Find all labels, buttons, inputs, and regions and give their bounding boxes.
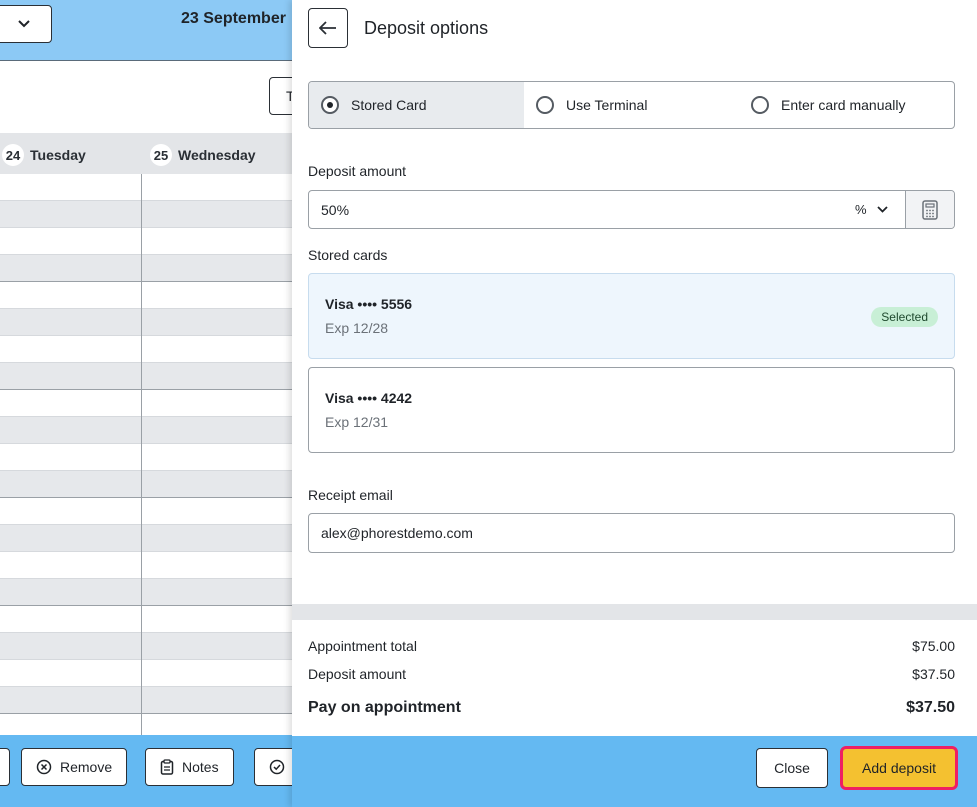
summary-deposit-amount: Deposit amount $37.50	[308, 666, 955, 682]
summary-value: $37.50	[912, 666, 955, 682]
stored-card-4242[interactable]: Visa •••• 4242 Exp 12/31	[308, 367, 955, 453]
calendar-header: 23 September	[0, 0, 292, 61]
method-stored-card[interactable]: Stored Card	[309, 82, 524, 128]
calendar-toolbar-button[interactable]: T	[269, 77, 292, 115]
day-header-tuesday[interactable]: 24 Tuesday	[2, 144, 86, 166]
remove-button[interactable]: Remove	[21, 748, 128, 786]
time-slot[interactable]	[0, 363, 292, 390]
back-button[interactable]	[308, 8, 348, 48]
partial-action-button[interactable]	[0, 748, 10, 786]
day-name: Wednesday	[178, 147, 256, 163]
calendar-background: 23 September T 24 Tuesday 25 Wednesday	[0, 0, 292, 807]
panel-footer: Close Add deposit	[292, 736, 977, 807]
time-slot[interactable]	[0, 309, 292, 336]
time-slot[interactable]	[0, 660, 292, 687]
time-slot[interactable]	[0, 336, 292, 363]
section-divider	[292, 604, 977, 620]
receipt-email-field[interactable]: alex@phorestdemo.com	[308, 513, 955, 553]
chevron-down-icon	[876, 206, 888, 213]
summary-appointment-total: Appointment total $75.00	[308, 638, 955, 654]
time-slot[interactable]	[0, 606, 292, 633]
calendar-day-header: 24 Tuesday 25 Wednesday	[0, 133, 292, 174]
day-number: 24	[2, 144, 24, 166]
time-slot[interactable]	[0, 282, 292, 309]
add-deposit-button[interactable]: Add deposit	[840, 746, 958, 790]
deposit-options-panel: Deposit options Stored Card Use Terminal…	[292, 0, 977, 807]
time-slot[interactable]	[0, 174, 292, 201]
summary-value: $75.00	[912, 638, 955, 654]
time-slot[interactable]	[0, 498, 292, 525]
day-number: 25	[150, 144, 172, 166]
time-slot[interactable]	[0, 552, 292, 579]
radio-unselected[interactable]	[751, 96, 769, 114]
arrow-left-icon	[319, 21, 336, 35]
time-slot[interactable]	[0, 228, 292, 255]
method-enter-manually[interactable]: Enter card manually	[739, 82, 954, 128]
radio-selected[interactable]	[321, 96, 339, 114]
calendar-action-bar: Remove Notes	[0, 735, 292, 807]
deposit-unit-select[interactable]: %	[855, 202, 905, 217]
receipt-email-label: Receipt email	[308, 487, 393, 503]
selected-badge: Selected	[871, 307, 938, 327]
remove-button-label: Remove	[60, 759, 113, 775]
card-name: Visa •••• 5556	[325, 296, 413, 312]
day-name: Tuesday	[30, 147, 86, 163]
time-slot[interactable]	[0, 687, 292, 714]
calculator-button[interactable]	[905, 191, 954, 228]
time-slot[interactable]	[0, 471, 292, 498]
chevron-down-icon	[18, 20, 30, 28]
notes-button-label: Notes	[182, 759, 219, 775]
card-name: Visa •••• 4242	[325, 390, 413, 406]
summary-value: $37.50	[906, 699, 955, 716]
summary-label: Deposit amount	[308, 666, 407, 682]
close-button[interactable]: Close	[756, 748, 828, 788]
time-slot[interactable]	[0, 417, 292, 444]
summary-label: Pay on appointment	[308, 699, 461, 716]
calculator-icon	[922, 199, 938, 220]
time-slot[interactable]	[0, 255, 292, 282]
calendar-date: 23 September	[181, 10, 286, 27]
time-slot[interactable]	[0, 525, 292, 552]
stored-card-5556[interactable]: Visa •••• 5556 Exp 12/28 Selected	[308, 273, 955, 359]
card-expiry: Exp 12/28	[325, 320, 389, 336]
radio-unselected[interactable]	[536, 96, 554, 114]
card-expiry: Exp 12/31	[325, 414, 389, 430]
notes-button[interactable]: Notes	[145, 748, 234, 786]
payment-method-group: Stored Card Use Terminal Enter card manu…	[308, 81, 955, 129]
complete-button[interactable]	[254, 748, 292, 786]
remove-circle-icon	[36, 759, 52, 775]
panel-title: Deposit options	[364, 18, 489, 38]
time-slot[interactable]	[0, 201, 292, 228]
method-use-terminal[interactable]: Use Terminal	[524, 82, 739, 128]
view-dropdown[interactable]	[0, 5, 52, 43]
time-slot[interactable]	[0, 633, 292, 660]
summary-label: Appointment total	[308, 638, 417, 654]
method-label: Enter card manually	[781, 97, 906, 113]
method-label: Use Terminal	[566, 97, 648, 113]
time-slot[interactable]	[0, 579, 292, 606]
day-header-wednesday[interactable]: 25 Wednesday	[150, 144, 256, 166]
method-label: Stored Card	[351, 97, 427, 113]
deposit-amount-value[interactable]: 50%	[309, 202, 855, 218]
deposit-unit-label: %	[855, 202, 867, 217]
time-slot[interactable]	[0, 444, 292, 471]
check-circle-icon	[269, 759, 285, 775]
deposit-amount-field[interactable]: 50% %	[308, 190, 955, 229]
clipboard-icon	[160, 759, 174, 775]
deposit-amount-label: Deposit amount	[308, 163, 407, 179]
day-column-divider	[141, 174, 142, 735]
stored-cards-label: Stored cards	[308, 247, 388, 263]
time-slot[interactable]	[0, 390, 292, 417]
summary-pay-on-appointment: Pay on appointment $37.50	[308, 699, 955, 717]
calendar-grid[interactable]	[0, 174, 292, 741]
